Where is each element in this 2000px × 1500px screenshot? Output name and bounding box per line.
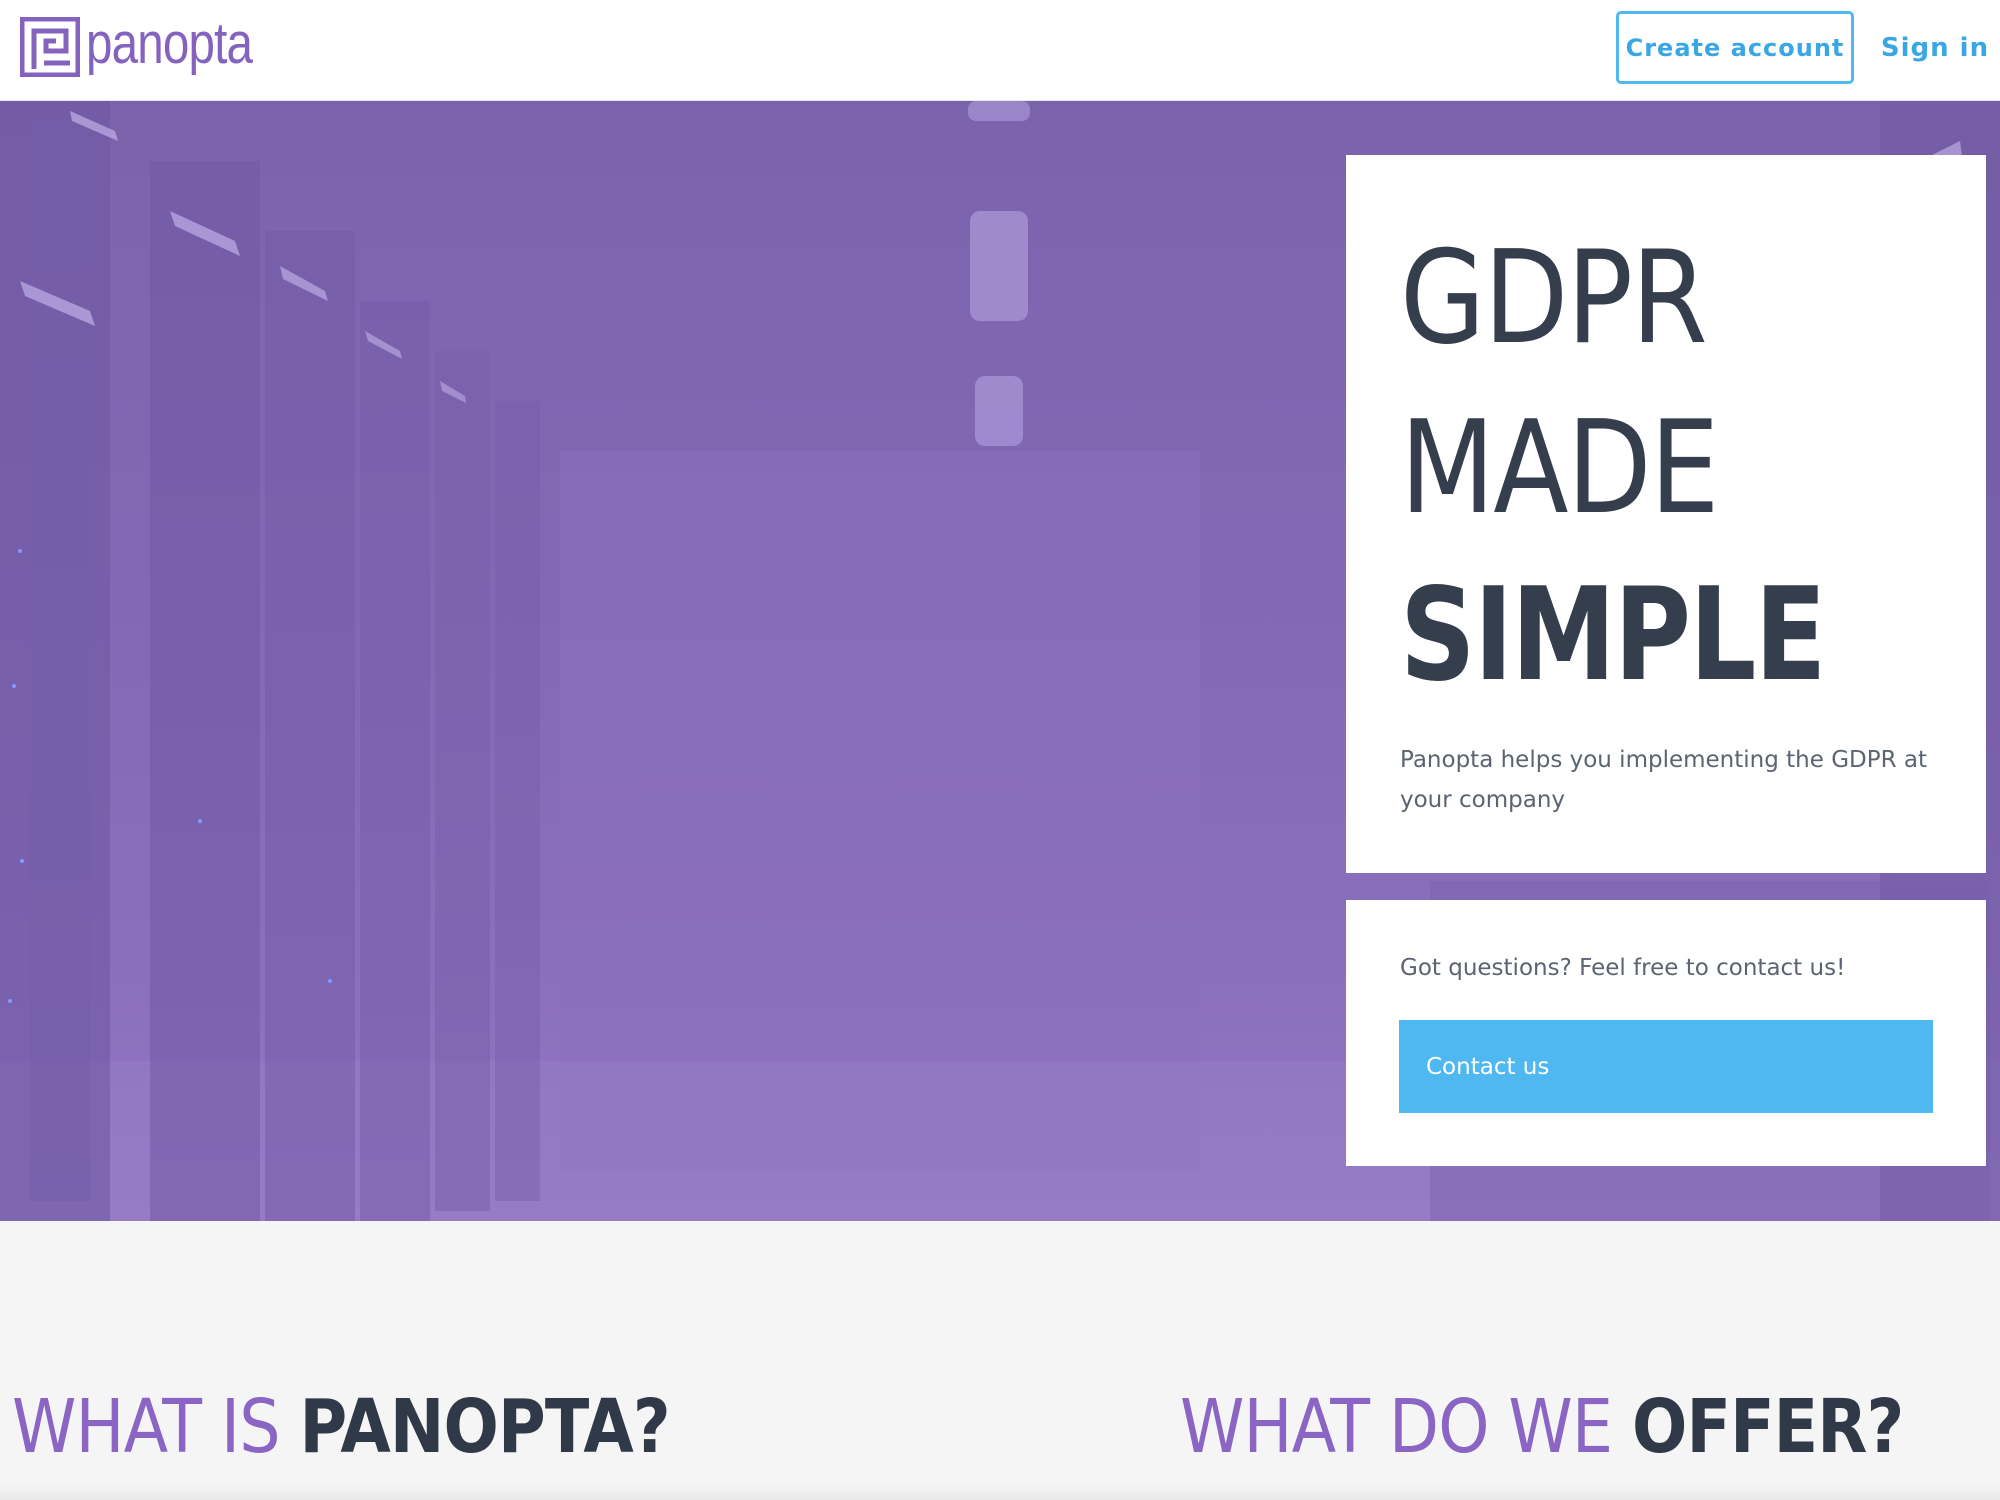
what-offer-part2: OFFER? xyxy=(1631,1384,1904,1470)
create-account-button[interactable]: Create account xyxy=(1616,11,1854,84)
hero-headline-line3: SIMPLE xyxy=(1400,561,1826,710)
panopta-logo-icon xyxy=(20,17,80,77)
hero-subtitle: Panopta helps you implementing the GDPR … xyxy=(1400,747,1928,813)
site-header: panopta Create account Sign in xyxy=(0,0,2000,101)
what-is-part2: PANOPTA? xyxy=(299,1384,671,1470)
content-card-edge xyxy=(0,1484,2000,1500)
what-is-part1: WHAT IS xyxy=(12,1384,281,1470)
what-do-we-offer-heading: WHAT DO WE OFFER? xyxy=(1180,1390,1904,1464)
what-is-panopta-heading: WHAT IS PANOPTA? xyxy=(12,1390,671,1464)
logo-text: panopta xyxy=(86,11,253,76)
hero-headline-line2: MADE xyxy=(1400,394,1719,543)
contact-prompt: Got questions? Feel free to contact us! xyxy=(1400,955,1846,981)
sign-in-link[interactable]: Sign in xyxy=(1880,11,1990,84)
hero-headline-line1: GDPR xyxy=(1400,224,1708,373)
what-offer-part1: WHAT DO WE xyxy=(1180,1384,1613,1470)
contact-us-button[interactable]: Contact us xyxy=(1399,1020,1933,1113)
logo[interactable]: panopta xyxy=(20,11,289,78)
